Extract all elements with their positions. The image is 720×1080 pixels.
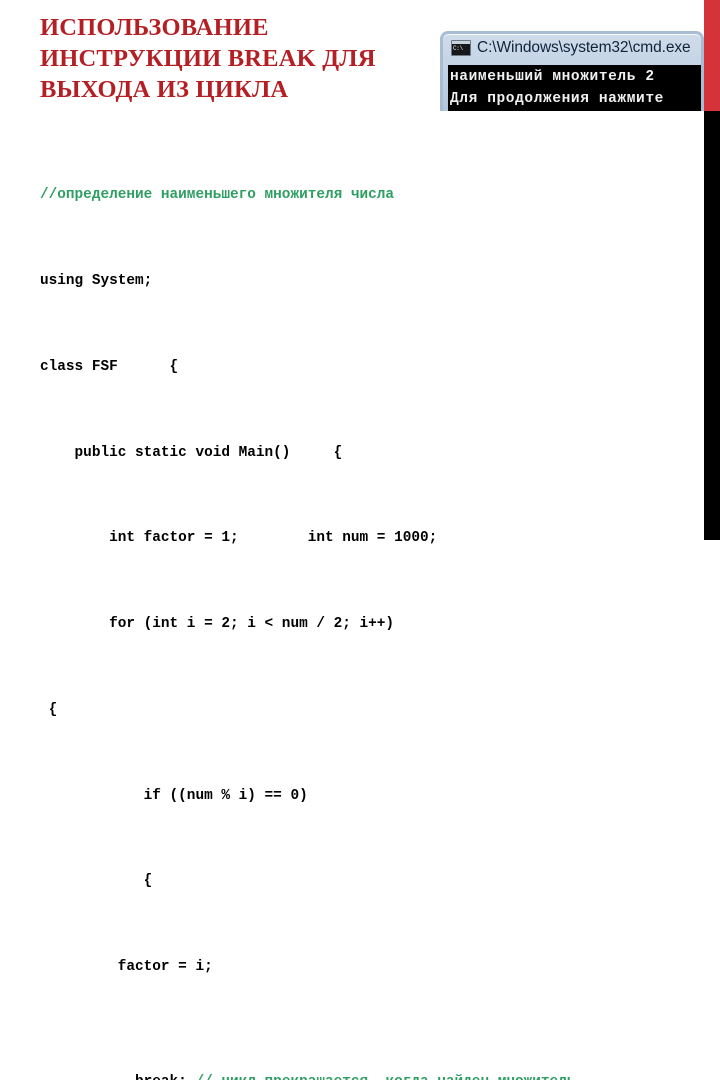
code-line-for: for (int i = 2; i < num / 2; i++) <box>40 616 395 633</box>
code-line-comment-1: //определение наименьшего множителя числ… <box>40 187 395 204</box>
title-line-3: ВЫХОДА ИЗ ЦИКЛА <box>40 76 289 103</box>
code-line-break: break; // цикл прекращается, когда найде… <box>40 1039 700 1080</box>
code-line-open-brace-1: { <box>40 701 58 718</box>
accent-bar-red-segment <box>704 0 720 111</box>
terminal-screenshot: C:\Windows\system32\cmd.exe наименьший м… <box>440 31 704 111</box>
cmd-icon <box>451 40 471 56</box>
terminal-title-text: C:\Windows\system32\cmd.exe <box>477 39 691 56</box>
code-line-open-brace-2: { <box>40 873 153 890</box>
code-line-comment-2: // цикл прекращается, когда найден множи… <box>187 1074 575 1080</box>
code-line-if: if ((num % i) == 0) <box>40 787 308 804</box>
code-keyword-break: break; <box>92 1074 187 1080</box>
title-line-1: ИСПОЛЬЗОВАНИЕ <box>40 14 269 41</box>
code-line-factor-assign: factor = i; <box>40 959 213 976</box>
page-title: ИСПОЛЬЗОВАНИЕ ИНСТРУКЦИИ BREAK ДЛЯ ВЫХОД… <box>40 12 460 105</box>
terminal-console-output: наименьший множитель 2 Для продолжения н… <box>448 65 701 111</box>
code-line-using: using System; <box>40 272 153 289</box>
accent-bar <box>704 0 720 540</box>
code-line-vars: int factor = 1; int num = 1000; <box>40 530 438 547</box>
accent-bar-black-segment <box>704 111 720 540</box>
title-line-2: ИНСТРУКЦИИ BREAK ДЛЯ <box>40 45 376 72</box>
terminal-titlebar: C:\Windows\system32\cmd.exe <box>443 34 701 62</box>
code-listing: //определение наименьшего множителя числ… <box>40 124 700 1080</box>
code-line-class: class FSF { <box>40 358 179 375</box>
slide-canvas: ИСПОЛЬЗОВАНИЕ ИНСТРУКЦИИ BREAK ДЛЯ ВЫХОД… <box>0 0 720 1080</box>
code-line-main: public static void Main() { <box>40 444 343 461</box>
console-line-1: наименьший множитель 2 <box>450 69 655 85</box>
console-line-2: Для продолжения нажмите <box>450 91 664 107</box>
